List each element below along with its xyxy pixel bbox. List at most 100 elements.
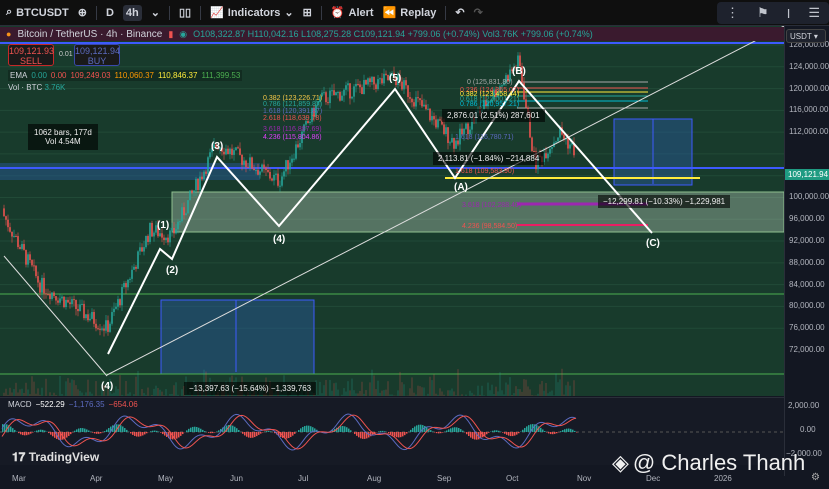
candle — [465, 123, 467, 129]
volume-bar — [509, 377, 511, 396]
volume-bar — [505, 382, 507, 396]
redo-button[interactable]: ↷ — [474, 6, 483, 19]
currency-select[interactable]: USDT ▾ — [786, 29, 826, 43]
price-tick: 88,000.00 — [789, 257, 825, 267]
macd-histogram-bar — [404, 432, 406, 436]
candle — [185, 213, 187, 216]
candle — [569, 144, 571, 149]
volume-bar — [111, 393, 113, 396]
volume-bar — [397, 390, 399, 396]
volume-bar — [559, 379, 561, 396]
candle — [439, 119, 441, 121]
candle — [139, 247, 141, 252]
flag-tool-icon[interactable]: ⚑ — [757, 5, 769, 21]
candle — [261, 164, 263, 172]
undo-button[interactable]: ↶ — [455, 6, 464, 19]
redo-icon: ↷ — [473, 7, 483, 19]
macd-legend: MACD −522.29 −1,176.35 −654.06 — [8, 400, 138, 409]
interval-4h[interactable]: 4h — [122, 4, 142, 21]
candle — [423, 104, 425, 107]
macd-histogram-bar — [498, 430, 500, 432]
fib-level-label: 1.618 (116,780.71) — [455, 134, 514, 141]
volume-bar — [341, 394, 343, 396]
volume-bar — [555, 373, 557, 396]
plus-circle-icon: ⊕ — [77, 7, 87, 19]
divider — [168, 5, 170, 20]
macd-histogram-bar — [200, 428, 202, 432]
text-tool-icon[interactable]: I — [787, 6, 791, 21]
candle — [115, 306, 117, 309]
volume-bar — [127, 393, 129, 396]
macd-histogram-bar — [152, 430, 154, 432]
settings-icon[interactable]: ⚙ — [811, 472, 820, 483]
templates-button[interactable]: ⊞ — [303, 6, 312, 19]
macd-histogram-bar — [198, 427, 200, 432]
candle — [207, 157, 209, 174]
macd-histogram-bar — [486, 432, 488, 435]
lines-tool-icon[interactable]: ☰ — [808, 5, 820, 21]
macd-histogram-bar — [522, 429, 524, 432]
macd-histogram-bar — [34, 431, 36, 432]
symbol-search[interactable]: ⌕ BTCUSDT — [6, 6, 69, 19]
alert-button[interactable]: ⏰ Alert — [331, 6, 374, 20]
candle — [97, 328, 99, 330]
macd-histogram-bar — [454, 427, 456, 432]
volume-bar — [557, 382, 559, 396]
macd-histogram-bar — [84, 428, 86, 432]
volume-bar — [365, 390, 367, 396]
volume-bar — [443, 394, 445, 396]
candle — [173, 227, 175, 234]
tv-logo-icon: 𝟏𝟕 — [12, 450, 26, 464]
candle — [161, 233, 163, 238]
undo-icon: ↶ — [455, 7, 465, 19]
volume-bar — [139, 395, 141, 396]
candle — [69, 302, 71, 305]
replay-button[interactable]: ⏪ Replay — [383, 6, 437, 20]
buy-button[interactable]: 109,121.94 BUY — [74, 44, 120, 66]
macd-tick: 2,000.00 — [788, 401, 820, 410]
volume-bar — [437, 394, 439, 396]
candle — [335, 92, 337, 96]
macd-histogram-bar — [570, 428, 572, 432]
compare-button[interactable]: ⊕ — [78, 6, 87, 19]
volume-bar — [455, 395, 457, 396]
indicators-button[interactable]: 📈 Indicators ⌄ — [210, 6, 294, 20]
chart-type-button[interactable]: ▯▯ — [179, 6, 191, 19]
candle — [229, 148, 231, 155]
fib-level-label: 2.618 (118,639.78) — [263, 115, 322, 122]
volume-bar — [335, 382, 337, 396]
candle — [133, 266, 135, 270]
macd-histogram-bar — [518, 432, 520, 434]
candle — [15, 235, 17, 237]
candle — [61, 296, 63, 299]
candle — [125, 283, 127, 288]
interval-dropdown[interactable]: ⌄ — [151, 6, 160, 19]
volume-bar — [3, 392, 5, 396]
volume-bar — [137, 370, 139, 396]
tradingview-logo[interactable]: 𝟏𝟕 TradingView — [12, 450, 99, 465]
drag-handle-icon[interactable]: ⋮ — [726, 5, 739, 21]
volume-bar — [457, 369, 459, 396]
volume-bar — [363, 393, 365, 396]
volume-bar — [497, 391, 499, 396]
candle — [39, 282, 41, 293]
volume-bar — [429, 376, 431, 396]
macd-histogram-bar — [134, 432, 136, 436]
ema-value: 110,060.37 — [114, 71, 154, 80]
interval-d[interactable]: D — [106, 7, 114, 19]
volume-bar — [535, 395, 537, 396]
candle — [141, 247, 143, 252]
volume-bar — [331, 390, 333, 396]
macd-histogram-bar — [346, 427, 348, 432]
volume-bar — [495, 386, 497, 396]
candle — [51, 292, 53, 299]
candle — [231, 148, 233, 155]
candle — [45, 293, 47, 295]
volume-bar — [359, 390, 361, 396]
volume-bar — [65, 381, 67, 396]
candle — [405, 80, 407, 86]
sell-button[interactable]: 109,121.93 SELL — [8, 44, 54, 66]
bitcoin-icon: ● — [6, 29, 12, 39]
symbol-legend: ● Bitcoin / TetherUS · 4h · Binance ▮ ◉ … — [0, 27, 784, 41]
macd-histogram-bar — [204, 431, 206, 432]
